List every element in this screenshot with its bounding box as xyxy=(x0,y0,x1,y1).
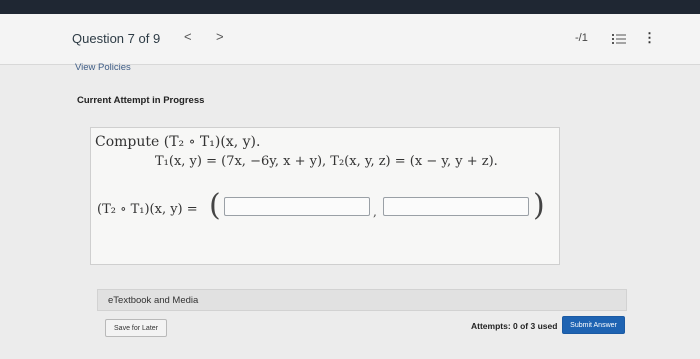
more-vertical-icon[interactable]: ⋮ xyxy=(643,30,656,46)
submit-answer-button[interactable]: Submit Answer xyxy=(562,316,625,334)
transformation-definitions: T₁(x, y) = (7x, −6y, x + y), T₂(x, y, z)… xyxy=(155,154,498,169)
save-for-later-button[interactable]: Save for Later xyxy=(105,319,167,337)
question-header: Question 7 of 9 < > -/1 ⋮ xyxy=(0,14,700,65)
question-box: Compute (T₂ ∘ T₁)(x, y). T₁(x, y) = (7x,… xyxy=(90,127,560,265)
attempt-status-label: Current Attempt in Progress xyxy=(77,95,205,106)
question-score: -/1 xyxy=(575,32,588,44)
view-policies-link[interactable]: View Policies xyxy=(75,62,131,73)
top-dark-strip xyxy=(0,0,700,14)
previous-question-button[interactable]: < xyxy=(184,29,192,44)
next-question-button[interactable]: > xyxy=(216,29,224,44)
question-prompt: Compute (T₂ ∘ T₁)(x, y). xyxy=(95,134,261,150)
etextbook-media-toggle[interactable]: eTextbook and Media xyxy=(97,289,627,311)
answer-component-1-input[interactable] xyxy=(224,197,370,216)
etextbook-media-label: eTextbook and Media xyxy=(108,295,199,306)
answer-component-2-input[interactable] xyxy=(383,197,529,216)
attempts-counter: Attempts: 0 of 3 used xyxy=(471,321,558,331)
component-separator: , xyxy=(373,205,377,219)
answer-lhs: (T₂ ∘ T₁)(x, y) = xyxy=(97,202,198,217)
question-title: Question 7 of 9 xyxy=(72,31,161,46)
open-paren: ( xyxy=(209,188,221,223)
close-paren: ) xyxy=(533,188,545,223)
list-icon[interactable] xyxy=(612,32,626,44)
